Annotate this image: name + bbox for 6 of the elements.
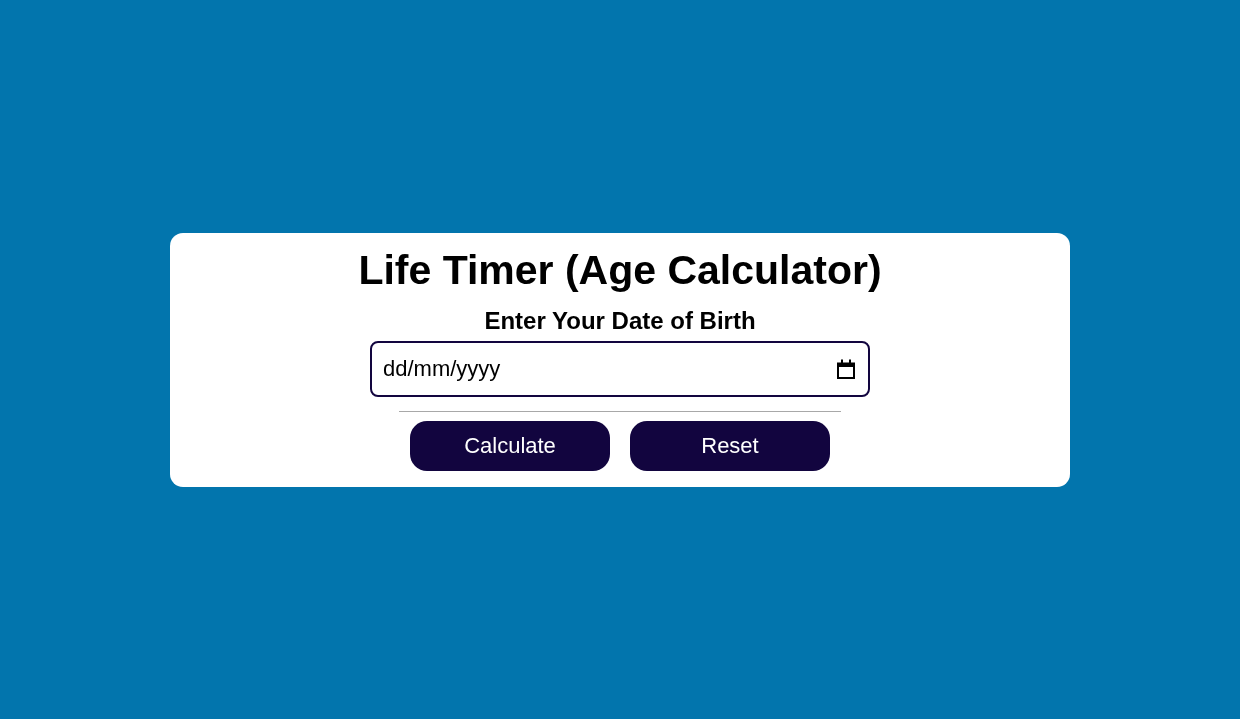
action-button[interactable]: Calculate [410, 420, 610, 471]
calendar-icon[interactable] [837, 358, 855, 379]
page-title: Life Timer (Age Calculator) [358, 246, 882, 293]
date-of-birth-label: Enter Your Date of Birth [484, 306, 756, 335]
action-button[interactable]: Reset [630, 420, 830, 471]
date-input-field[interactable]: dd/mm/yyyy [370, 340, 870, 397]
